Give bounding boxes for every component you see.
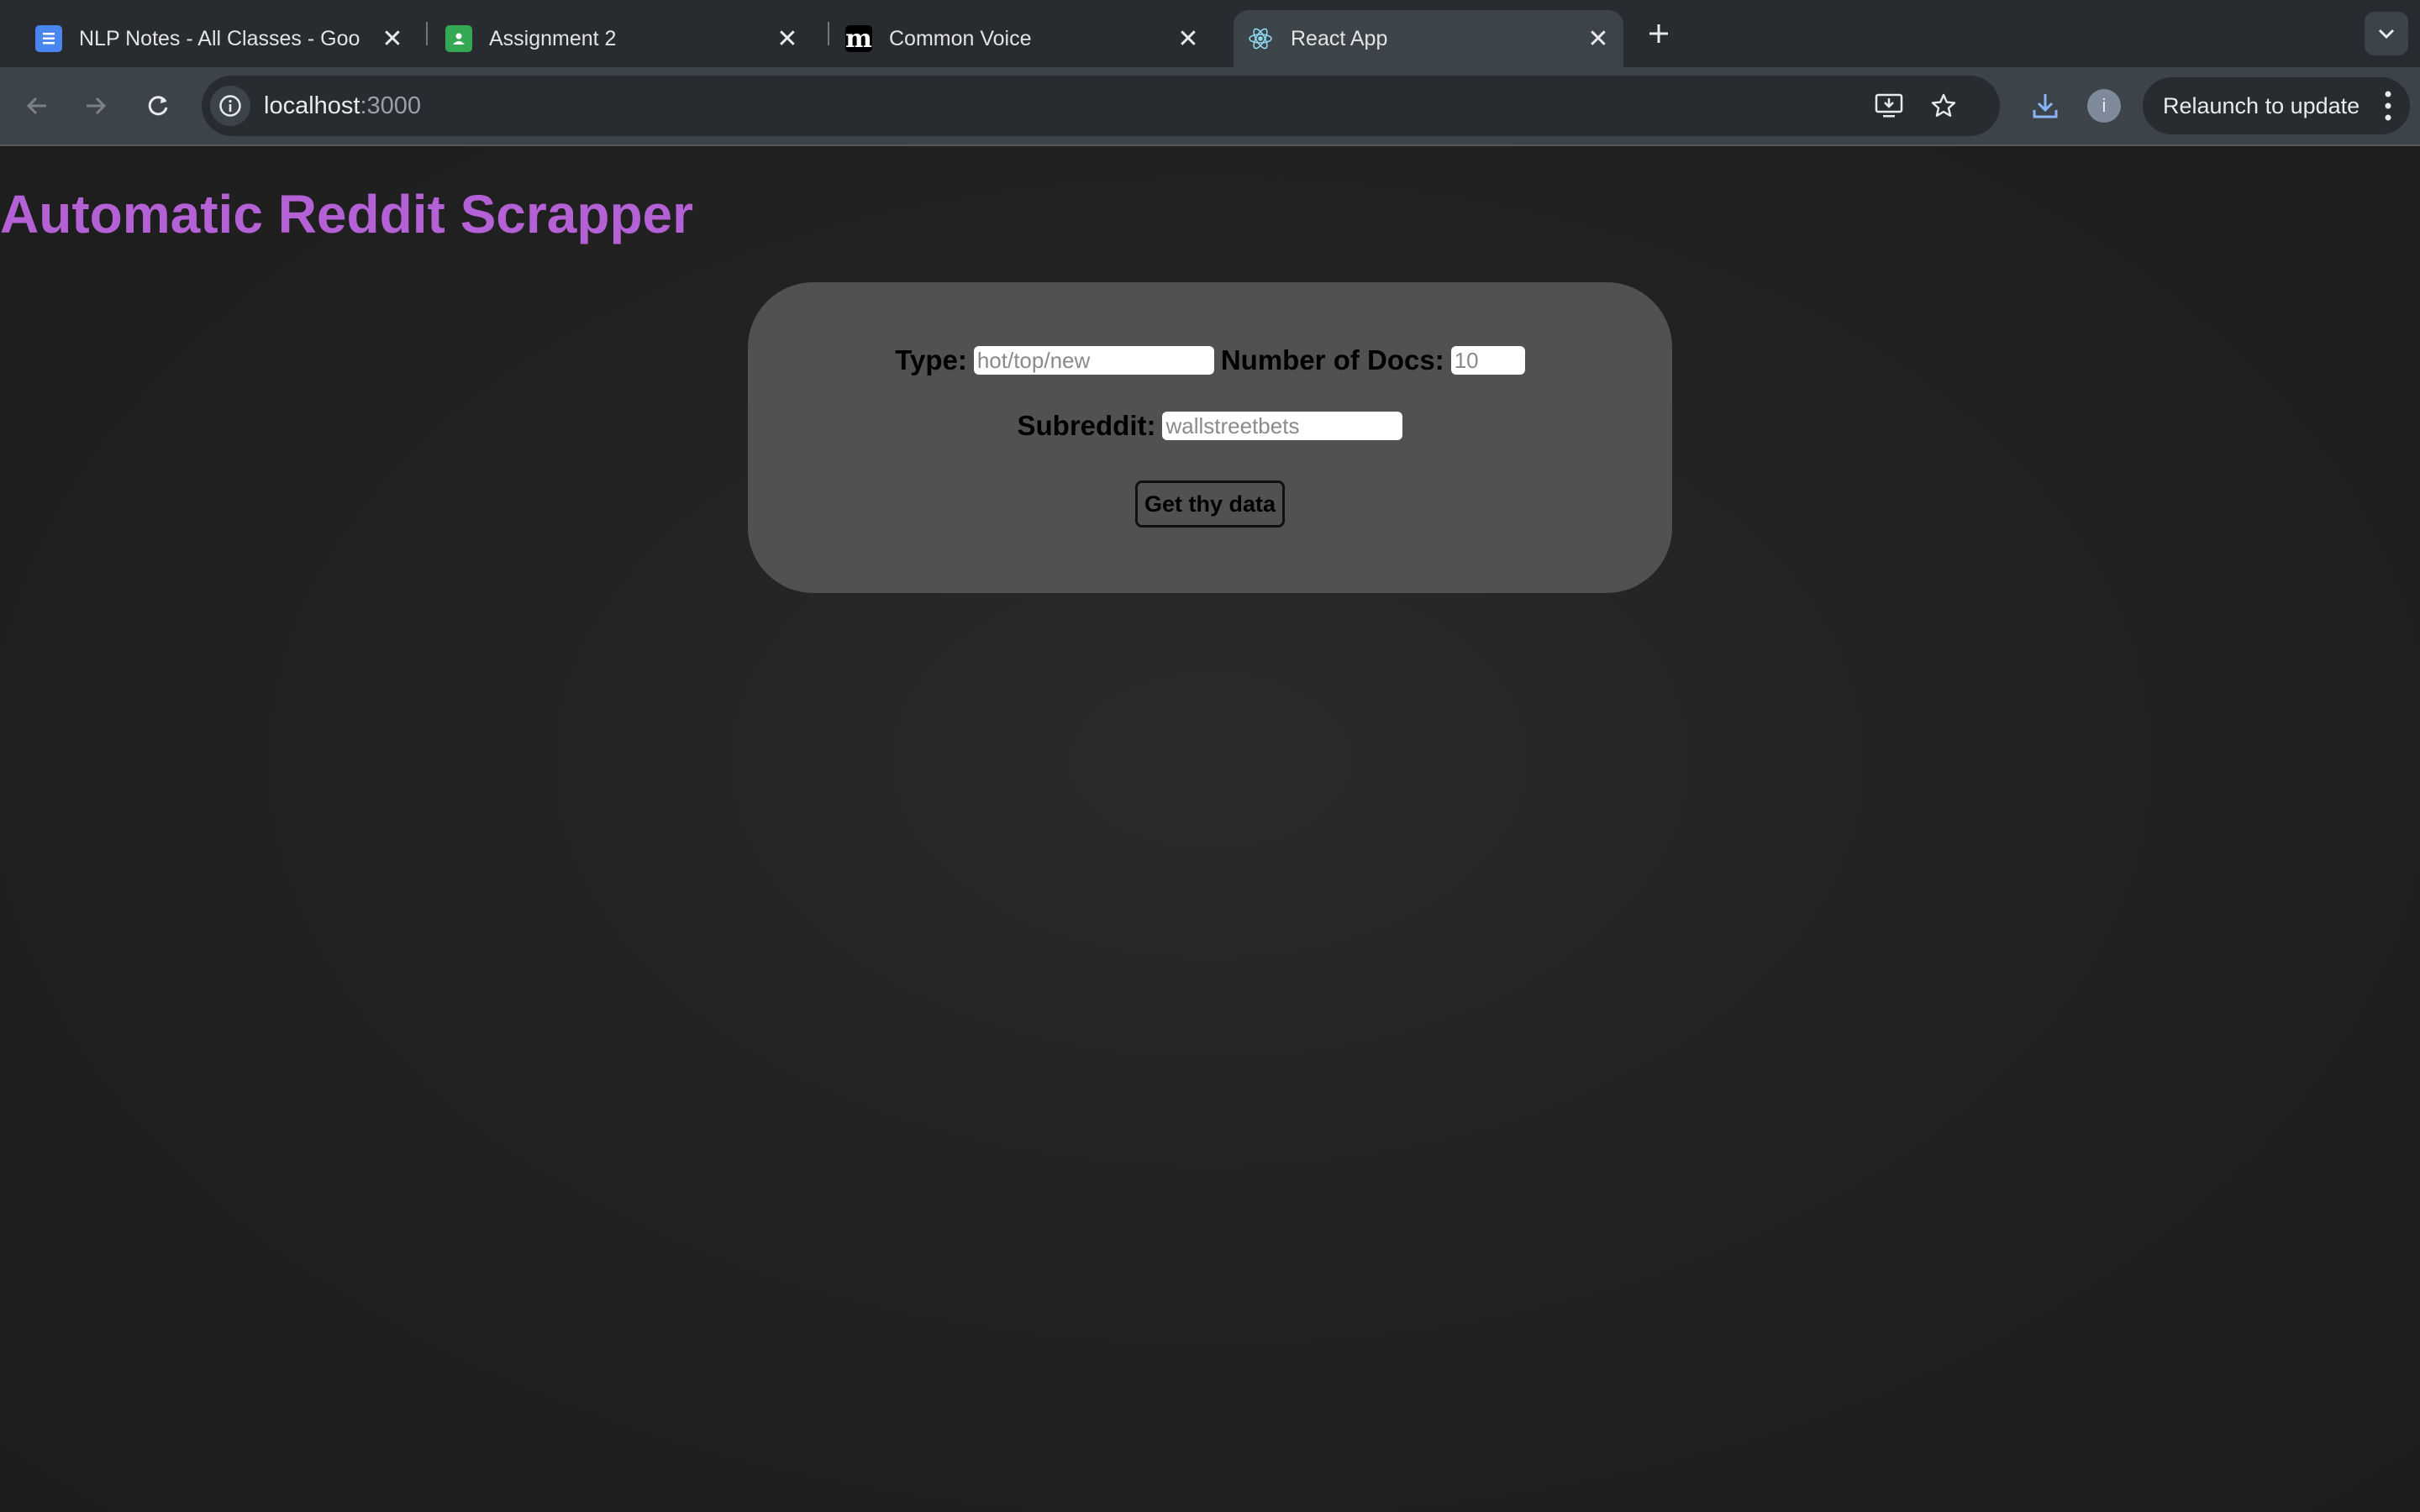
scraper-form-card: Type: Number of Docs: Subreddit: Get thy… bbox=[748, 282, 1672, 593]
tab-title: NLP Notes - All Classes - Goo bbox=[79, 26, 360, 50]
site-info-button[interactable] bbox=[210, 86, 250, 126]
page-title: Automatic Reddit Scrapper bbox=[0, 184, 694, 244]
close-icon[interactable]: ✕ bbox=[774, 25, 801, 53]
downloads-button[interactable] bbox=[2023, 84, 2067, 128]
new-tab-button[interactable] bbox=[1640, 15, 1677, 52]
tab-divider bbox=[828, 22, 829, 45]
close-icon[interactable]: ✕ bbox=[1175, 25, 1202, 53]
forward-button[interactable] bbox=[74, 84, 118, 128]
install-app-button[interactable] bbox=[1870, 87, 1907, 124]
type-label: Type: bbox=[895, 344, 967, 375]
google-classroom-icon bbox=[445, 25, 472, 52]
arrow-right-icon bbox=[87, 97, 107, 115]
google-docs-icon bbox=[35, 25, 62, 52]
tab-assignment-2[interactable]: Assignment 2 ✕ bbox=[445, 10, 813, 67]
bookmark-button[interactable] bbox=[1925, 87, 1962, 124]
tab-title: Common Voice bbox=[889, 26, 1032, 50]
install-app-icon bbox=[1875, 93, 1903, 118]
type-docs-row: Type: Number of Docs: bbox=[748, 344, 1672, 376]
url-host: localhost bbox=[264, 92, 360, 119]
tab-search-button[interactable] bbox=[2365, 12, 2408, 55]
tab-nlp-notes[interactable]: NLP Notes - All Classes - Goo ✕ bbox=[35, 10, 418, 67]
close-icon[interactable]: ✕ bbox=[379, 25, 406, 53]
close-icon[interactable]: ✕ bbox=[1585, 25, 1612, 53]
get-data-button[interactable]: Get thy data bbox=[1135, 480, 1285, 528]
tab-divider bbox=[426, 22, 428, 45]
relaunch-button[interactable]: Relaunch to update bbox=[2143, 77, 2410, 134]
react-icon bbox=[1247, 25, 1274, 52]
tab-title: Assignment 2 bbox=[489, 26, 617, 50]
common-voice-icon: m bbox=[845, 24, 872, 54]
subreddit-label: Subreddit: bbox=[1017, 410, 1156, 441]
number-of-docs-label: Number of Docs: bbox=[1220, 344, 1444, 375]
page-content: Automatic Reddit Scrapper Type: Number o… bbox=[0, 146, 2420, 1512]
address-bar[interactable]: localhost:3000 bbox=[202, 76, 2000, 136]
url-port: :3000 bbox=[360, 92, 422, 119]
profile-avatar[interactable]: i bbox=[2087, 89, 2121, 123]
more-icon bbox=[2385, 91, 2391, 121]
back-button[interactable] bbox=[15, 84, 59, 128]
arrow-left-icon bbox=[26, 97, 46, 115]
type-input[interactable] bbox=[973, 346, 1214, 375]
plus-icon bbox=[1649, 24, 1668, 43]
number-of-docs-input[interactable] bbox=[1450, 346, 1525, 375]
chevron-down-icon bbox=[2378, 29, 2395, 39]
download-icon bbox=[2033, 94, 2058, 118]
browser-toolbar: localhost:3000 i Relaunch to update bbox=[0, 67, 2420, 144]
tab-title: React App bbox=[1291, 26, 1388, 50]
relaunch-label: Relaunch to update bbox=[2163, 92, 2360, 118]
tab-react-app[interactable]: React App ✕ bbox=[1234, 10, 1623, 67]
subreddit-input[interactable] bbox=[1162, 412, 1403, 440]
tab-strip: NLP Notes - All Classes - Goo ✕ Assignme… bbox=[0, 0, 2420, 67]
subreddit-row: Subreddit: bbox=[748, 410, 1672, 442]
reload-icon bbox=[148, 96, 168, 116]
reload-button[interactable] bbox=[136, 84, 180, 128]
tab-common-voice[interactable]: m Common Voice ✕ bbox=[845, 10, 1213, 67]
url-text: localhost:3000 bbox=[264, 76, 421, 136]
info-icon bbox=[219, 95, 241, 117]
star-icon bbox=[1931, 93, 1956, 117]
